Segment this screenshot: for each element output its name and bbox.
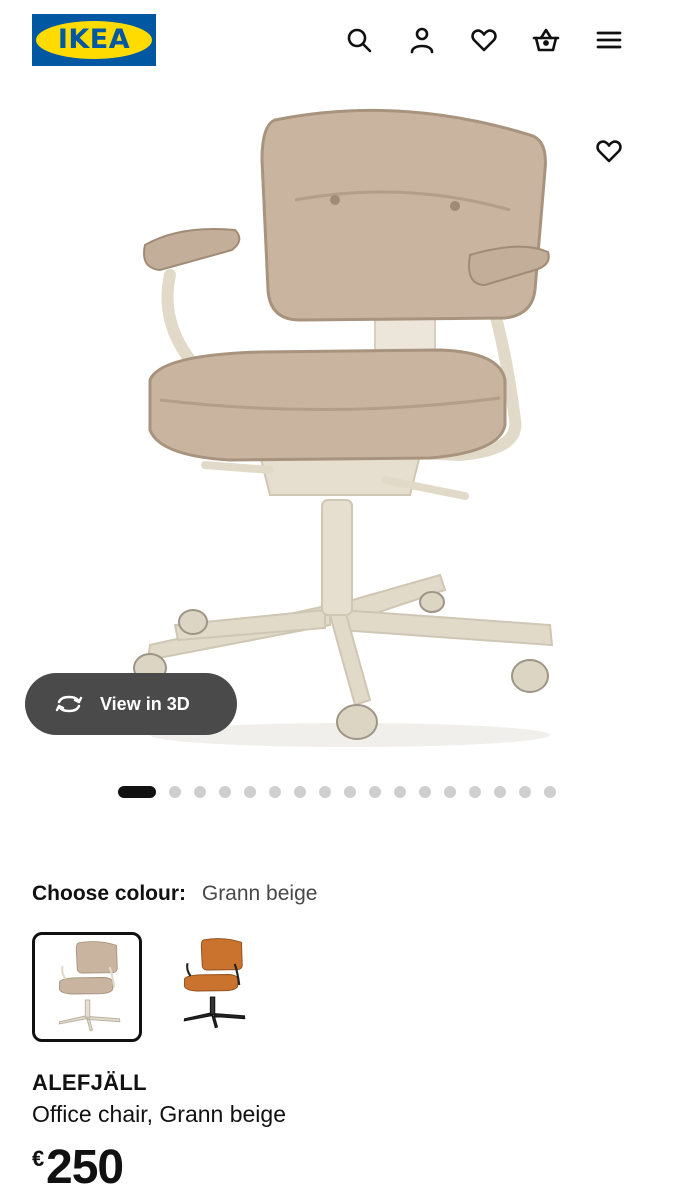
carousel-dot[interactable] bbox=[244, 786, 256, 798]
beige-chair-thumbnail bbox=[58, 941, 121, 1032]
carousel-dot[interactable] bbox=[419, 786, 431, 798]
choose-colour-label: Choose colour: bbox=[32, 882, 187, 905]
carousel-dot[interactable] bbox=[319, 786, 331, 798]
product-description: Office chair, Grann beige bbox=[32, 1101, 286, 1127]
carousel-dot[interactable] bbox=[544, 786, 556, 798]
product-name: ALEFJÄLL bbox=[32, 1070, 147, 1095]
price-currency: € bbox=[32, 1146, 45, 1171]
basket-icon[interactable] bbox=[526, 20, 566, 60]
carousel-dot[interactable] bbox=[394, 786, 406, 798]
office-chair-image bbox=[133, 108, 554, 747]
rotate-3d-icon bbox=[52, 692, 86, 716]
ikea-logo[interactable]: IKEA bbox=[32, 14, 156, 66]
selected-colour-value: Grann beige bbox=[201, 882, 318, 905]
carousel-dot[interactable] bbox=[369, 786, 381, 798]
carousel-dot[interactable] bbox=[118, 786, 156, 798]
colour-selector-header: Choose colour: Grann beige bbox=[32, 882, 317, 906]
logo-text: IKEA bbox=[57, 24, 131, 55]
search-icon[interactable] bbox=[339, 20, 379, 60]
carousel-dot[interactable] bbox=[519, 786, 531, 798]
product-image[interactable] bbox=[0, 80, 673, 760]
carousel-dot[interactable] bbox=[219, 786, 231, 798]
view-in-3d-button[interactable]: View in 3D bbox=[25, 673, 237, 735]
carousel-indicator bbox=[0, 784, 673, 800]
user-icon[interactable] bbox=[402, 20, 442, 60]
colour-option-grann-beige[interactable] bbox=[32, 932, 142, 1042]
carousel-dot[interactable] bbox=[444, 786, 456, 798]
orange-chair-thumbnail bbox=[183, 938, 246, 1029]
add-to-wishlist-button[interactable] bbox=[588, 130, 630, 172]
carousel-dot[interactable] bbox=[294, 786, 306, 798]
heart-icon[interactable] bbox=[464, 20, 504, 60]
carousel-dot[interactable] bbox=[344, 786, 356, 798]
colour-option-grann-orange-brown[interactable] bbox=[160, 932, 270, 1042]
view-in-3d-label: View in 3D bbox=[100, 693, 190, 714]
header: IKEA bbox=[0, 0, 673, 80]
carousel-dot[interactable] bbox=[194, 786, 206, 798]
carousel-dot[interactable] bbox=[494, 786, 506, 798]
price-amount: 250 bbox=[46, 1141, 124, 1194]
carousel-dot[interactable] bbox=[169, 786, 181, 798]
menu-icon[interactable] bbox=[589, 20, 629, 60]
carousel-dot[interactable] bbox=[269, 786, 281, 798]
carousel-dot[interactable] bbox=[469, 786, 481, 798]
heart-icon bbox=[596, 140, 622, 163]
